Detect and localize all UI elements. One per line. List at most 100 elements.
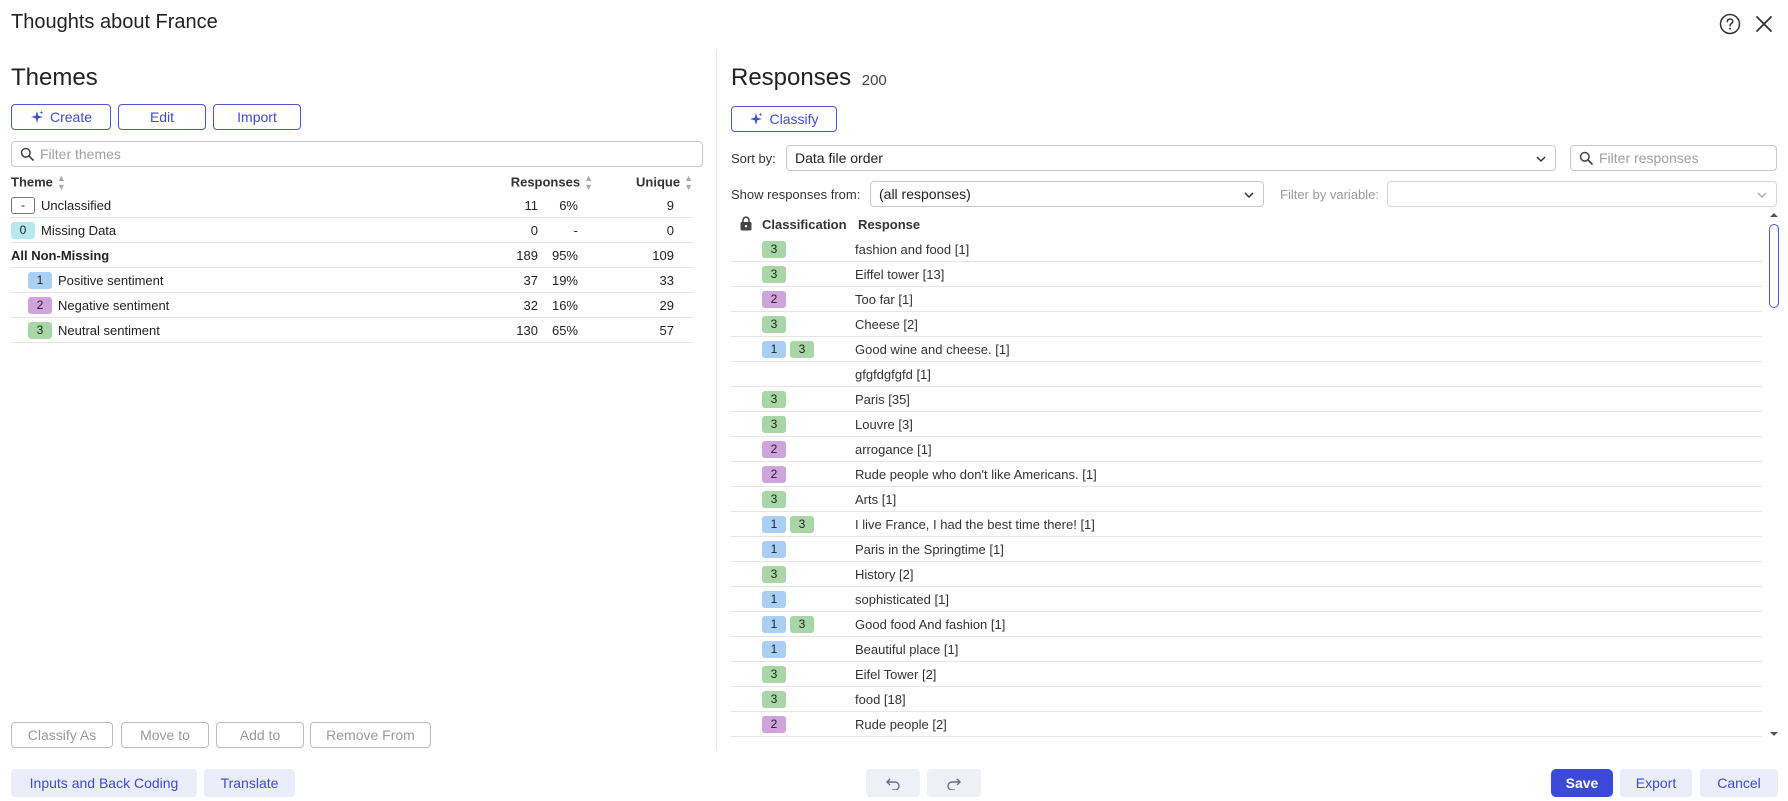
help-icon[interactable]: [1718, 12, 1742, 36]
response-row[interactable]: 1 sophisticated [1]: [731, 587, 1762, 612]
theme-percent: 6%: [559, 197, 578, 213]
response-row[interactable]: 3 Eiffel tower [13]: [731, 262, 1762, 287]
classification-badge: 1: [762, 615, 786, 633]
response-row[interactable]: 2 arrogance [1]: [731, 437, 1762, 462]
classification-cell[interactable]: 3: [731, 390, 855, 408]
translate-button[interactable]: Translate: [204, 769, 295, 797]
window-controls: [1718, 12, 1776, 36]
response-row[interactable]: 3 History [2]: [731, 562, 1762, 587]
classification-cell[interactable]: 2: [731, 290, 855, 308]
theme-row-neutral[interactable]: 3 Neutral sentiment 130 65% 57: [11, 318, 693, 343]
response-row[interactable]: 2 Too far [1]: [731, 287, 1762, 312]
theme-percent: 65%: [551, 322, 578, 338]
export-button[interactable]: Export: [1620, 769, 1692, 797]
classification-badge: 3: [762, 490, 786, 508]
classification-cell[interactable]: 1: [731, 590, 855, 608]
theme-row-negative[interactable]: 2 Negative sentiment 32 16% 29: [11, 293, 693, 318]
classification-badge: 3: [762, 415, 786, 433]
classification-cell[interactable]: 3: [731, 665, 855, 683]
add-to-button[interactable]: Add to: [216, 722, 304, 748]
classification-cell[interactable]: 1: [731, 540, 855, 558]
classification-badge: 1: [762, 540, 786, 558]
responses-column-header[interactable]: Responses ▲ ▼: [493, 174, 593, 192]
classification-cell[interactable]: 1: [731, 640, 855, 658]
classification-cell[interactable]: 13: [731, 340, 855, 358]
classification-cell[interactable]: 3: [731, 415, 855, 433]
theme-badge: 1: [28, 271, 52, 289]
response-row[interactable]: 3 Eifel Tower [2]: [731, 662, 1762, 687]
classification-cell[interactable]: 3: [731, 565, 855, 583]
response-row[interactable]: 3 fashion and food [1]: [731, 237, 1762, 262]
classification-cell[interactable]: 13: [731, 615, 855, 633]
theme-column-header[interactable]: Theme ▲ ▼: [11, 174, 66, 192]
close-icon[interactable]: [1752, 12, 1776, 36]
response-row[interactable]: 3 Paris [35]: [731, 387, 1762, 412]
classification-cell[interactable]: 3: [731, 240, 855, 258]
responses-scrollbar[interactable]: [1767, 212, 1780, 737]
response-text: Eifel Tower [2]: [855, 666, 937, 682]
response-row[interactable]: 1 3 Good food And fashion [1]: [731, 612, 1762, 637]
move-to-button[interactable]: Move to: [121, 722, 209, 748]
filter-responses-input[interactable]: Filter responses: [1570, 145, 1777, 171]
response-row[interactable]: 2 Rude people [2]: [731, 712, 1762, 737]
create-button[interactable]: Create: [11, 104, 111, 130]
sort-by-select[interactable]: Data file order: [786, 145, 1556, 171]
classification-cell[interactable]: 3: [731, 690, 855, 708]
undo-button[interactable]: [866, 769, 920, 797]
classification-cell[interactable]: 2: [731, 715, 855, 733]
filter-by-variable-select[interactable]: [1387, 181, 1777, 207]
classify-as-button[interactable]: Classify As: [11, 722, 113, 748]
theme-percent: 95%: [551, 247, 578, 263]
edit-button[interactable]: Edit: [118, 104, 206, 130]
theme-row-all-non-missing[interactable]: All Non-Missing 189 95% 109: [11, 243, 693, 268]
classification-cell[interactable]: 2: [731, 465, 855, 483]
responses-list: 3 fashion and food [1] 3 Eiffel tower [13] 2…: [731, 237, 1762, 739]
classification-cell[interactable]: 3: [731, 490, 855, 508]
response-row[interactable]: 1 Paris in the Springtime [1]: [731, 537, 1762, 562]
scrollbar-thumb[interactable]: [1769, 224, 1779, 308]
theme-row-missing-data[interactable]: 0 Missing Data 0 - 0: [11, 218, 693, 243]
cancel-button[interactable]: Cancel: [1700, 769, 1778, 797]
response-row[interactable]: 3 Arts [1]: [731, 487, 1762, 512]
remove-from-button[interactable]: Remove From: [310, 722, 431, 748]
response-text: Louvre [3]: [855, 416, 913, 432]
lock-icon[interactable]: [731, 215, 762, 234]
response-row[interactable]: gfgfdgfgfd [1]: [731, 362, 1762, 387]
response-text: fashion and food [1]: [855, 241, 970, 257]
response-row[interactable]: 1 Beautiful place [1]: [731, 637, 1762, 662]
response-row[interactable]: 2: [731, 737, 1762, 739]
import-button[interactable]: Import: [213, 104, 301, 130]
theme-badge: -: [11, 196, 35, 214]
response-row[interactable]: 2 Rude people who don't like Americans. […: [731, 462, 1762, 487]
save-button[interactable]: Save: [1551, 769, 1613, 797]
filter-themes-input[interactable]: Filter themes: [11, 141, 703, 167]
app-window: Thoughts about France Themes Create Edit…: [0, 0, 1788, 801]
classification-badge: 2: [762, 465, 786, 483]
undo-icon: [886, 778, 900, 790]
classify-button[interactable]: Classify: [731, 106, 837, 132]
response-column-header[interactable]: Response: [858, 217, 920, 232]
theme-responses: 37: [523, 272, 538, 288]
classification-badge: 3: [762, 665, 786, 683]
classification-column-header[interactable]: Classification: [762, 217, 858, 232]
theme-responses: 32: [523, 297, 538, 313]
response-text: Cheese [2]: [855, 316, 918, 332]
response-row[interactable]: 3 Cheese [2]: [731, 312, 1762, 337]
theme-label: Positive sentiment: [58, 272, 164, 288]
response-row[interactable]: 13I live France, I had the best time the…: [731, 512, 1762, 537]
classification-cell[interactable]: 2: [731, 440, 855, 458]
response-text: sophisticated [1]: [855, 591, 949, 607]
redo-button[interactable]: [927, 769, 981, 797]
response-row[interactable]: 1 3 Good wine and cheese. [1]: [731, 337, 1762, 362]
inputs-back-coding-button[interactable]: Inputs and Back Coding: [11, 769, 197, 797]
classification-cell[interactable]: 13: [731, 515, 855, 533]
classification-cell[interactable]: 3: [731, 315, 855, 333]
classification-cell[interactable]: 3: [731, 265, 855, 283]
response-row[interactable]: 3 food [18]: [731, 687, 1762, 712]
theme-row-unclassified[interactable]: - Unclassified 11 6% 9: [11, 193, 693, 218]
unique-column-header[interactable]: Unique ▲ ▼: [613, 174, 693, 192]
theme-row-positive[interactable]: 1 Positive sentiment 37 19% 33: [11, 268, 693, 293]
remove-from-label: Remove From: [326, 727, 415, 743]
show-responses-select[interactable]: (all responses): [870, 181, 1264, 207]
response-row[interactable]: 3 Louvre [3]: [731, 412, 1762, 437]
